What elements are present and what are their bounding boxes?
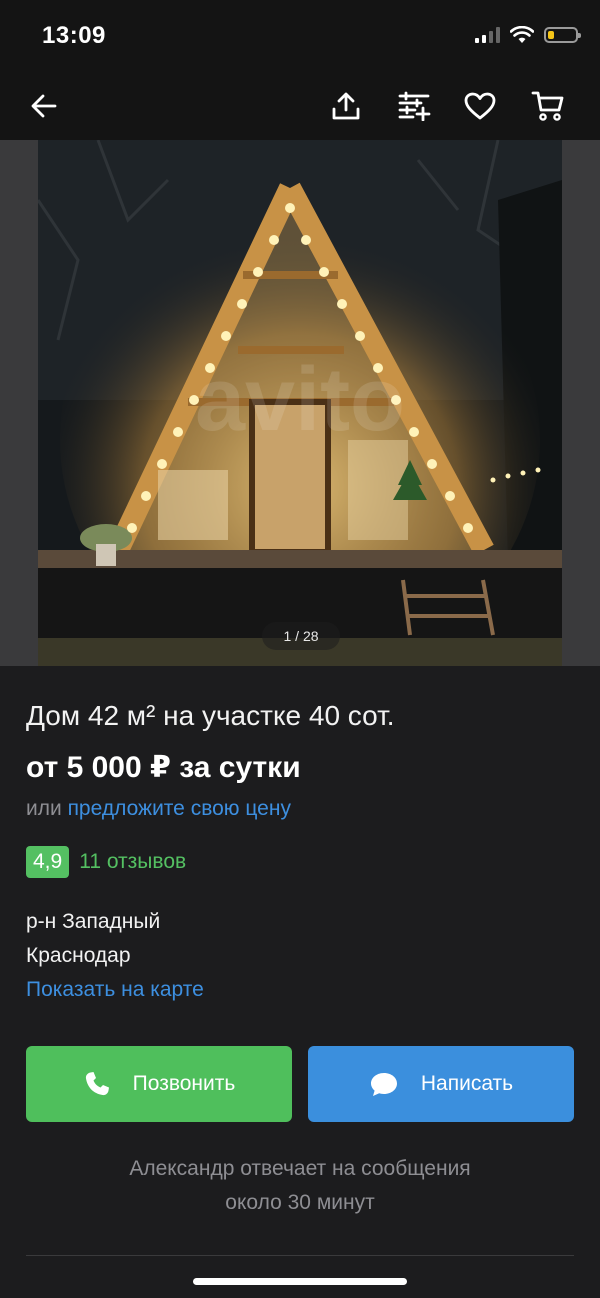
phone-icon bbox=[85, 1072, 109, 1096]
rating-badge: 4,9 bbox=[26, 846, 70, 878]
divider bbox=[26, 1255, 574, 1256]
photo-gallery[interactable]: avito 1 / 28 bbox=[0, 140, 600, 666]
listing-title: Дом 42 м² на участке 40 сот. bbox=[26, 700, 395, 731]
status-icons bbox=[475, 26, 581, 44]
favorite-button[interactable] bbox=[462, 88, 498, 124]
heart-icon bbox=[464, 92, 496, 120]
show-on-map-link[interactable]: Показать на карте bbox=[26, 978, 204, 1002]
watermark-text: avito bbox=[195, 350, 405, 450]
back-arrow-icon bbox=[31, 94, 57, 118]
battery-level bbox=[548, 31, 554, 39]
nav-bar bbox=[0, 72, 600, 140]
city: Краснодар bbox=[26, 944, 131, 967]
listing-photo[interactable]: avito bbox=[38, 140, 562, 666]
listing-price: от 5 000 ₽ за сутки bbox=[26, 751, 301, 784]
price-offer: или предложите свою цену bbox=[26, 797, 291, 821]
district: р-н Западный bbox=[26, 910, 161, 933]
offer-prefix: или bbox=[26, 797, 62, 820]
seller-reply-time: Александр отвечает на сообщения около 30… bbox=[0, 1152, 600, 1220]
compare-icon bbox=[398, 91, 431, 121]
call-button-label: Позвонить bbox=[132, 1072, 236, 1095]
write-button-label: Написать bbox=[420, 1072, 514, 1095]
chat-bubble-icon bbox=[370, 1073, 397, 1096]
reviews-link[interactable]: 11 отзывов bbox=[79, 850, 186, 874]
back-button[interactable] bbox=[26, 88, 62, 124]
share-button[interactable] bbox=[328, 88, 364, 124]
offer-price-link[interactable]: предложите свою цену bbox=[68, 797, 291, 820]
cart-icon bbox=[531, 91, 564, 121]
photo-counter: 1 / 28 bbox=[262, 622, 340, 650]
compare-button[interactable] bbox=[396, 88, 432, 124]
a-frame-house-image: avito bbox=[38, 140, 562, 666]
home-indicator[interactable] bbox=[193, 1278, 407, 1285]
share-icon bbox=[332, 92, 360, 120]
status-time: 13:09 bbox=[42, 22, 106, 49]
call-button[interactable]: Позвонить bbox=[26, 1046, 292, 1122]
reply-note-line1: Александр отвечает на сообщения bbox=[129, 1157, 471, 1180]
write-button[interactable]: Написать bbox=[308, 1046, 574, 1122]
cart-button[interactable] bbox=[530, 88, 566, 124]
rating[interactable]: 4,9 11 отзывов bbox=[26, 846, 186, 878]
previous-photo-peek bbox=[0, 140, 38, 666]
reply-note-line2: около 30 минут bbox=[225, 1191, 375, 1214]
status-bar: 13:09 bbox=[0, 0, 600, 72]
next-photo-peek bbox=[562, 140, 600, 666]
battery-icon bbox=[544, 27, 581, 43]
wifi-icon bbox=[510, 26, 534, 43]
signal-icon bbox=[475, 27, 500, 43]
